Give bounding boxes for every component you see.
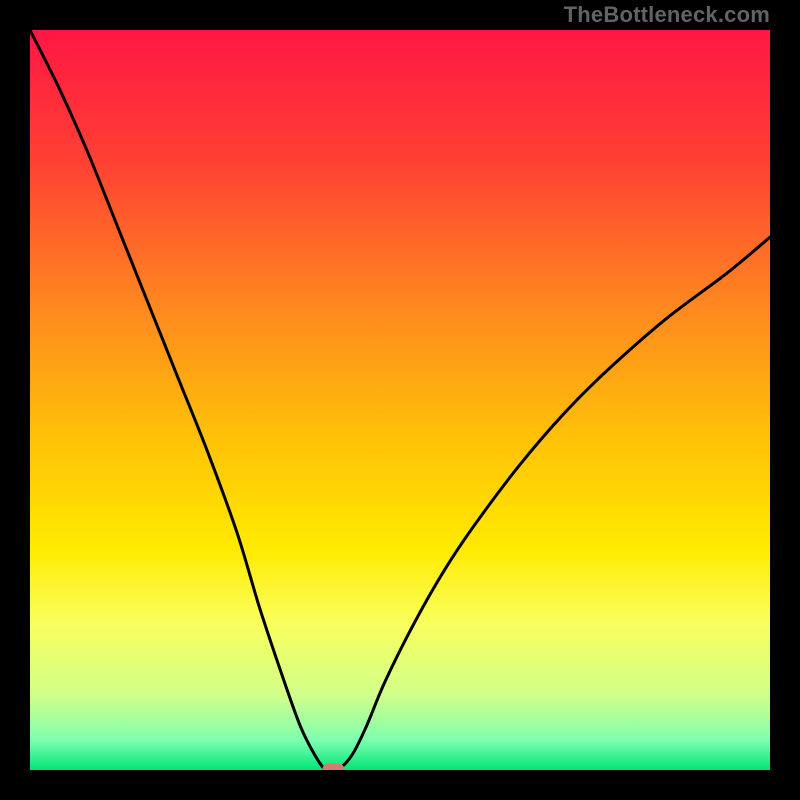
curve-minimum-marker	[322, 764, 344, 771]
gradient-background	[30, 30, 770, 770]
plot-area	[30, 30, 770, 770]
watermark-text: TheBottleneck.com	[564, 2, 770, 28]
bottleneck-chart	[30, 30, 770, 770]
chart-frame: TheBottleneck.com	[0, 0, 800, 800]
